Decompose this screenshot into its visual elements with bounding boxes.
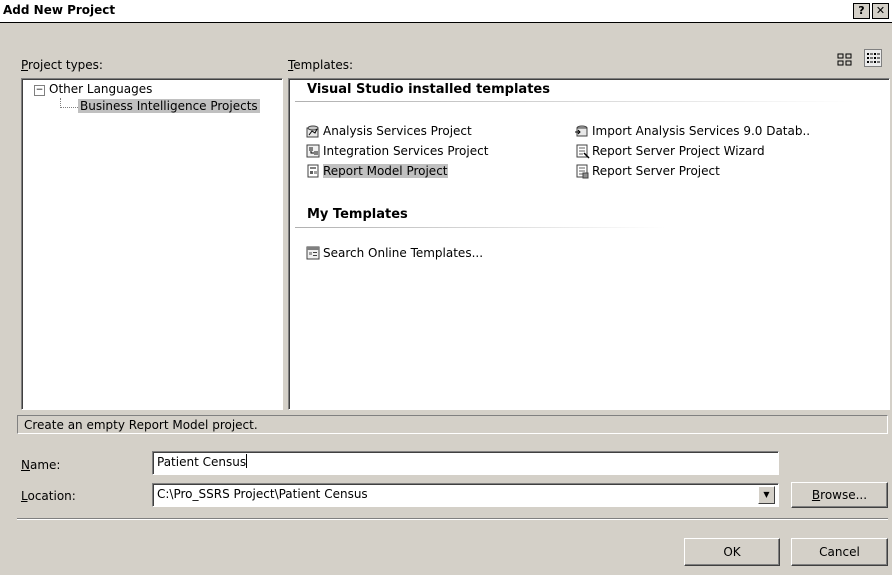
small-icons-view-button[interactable] xyxy=(864,49,882,67)
small-icons-icon xyxy=(867,53,880,63)
template-description: Create an empty Report Model project. xyxy=(17,415,888,434)
separator xyxy=(17,518,888,520)
name-label: Name: xyxy=(21,458,61,472)
browse-button[interactable]: Browse... xyxy=(791,482,888,508)
location-value: C:\Pro_SSRS Project\Patient Census xyxy=(157,487,368,501)
template-item[interactable]: Integration Services Project xyxy=(305,142,490,159)
templates-label: Templates: xyxy=(288,58,354,72)
location-dropdown-button[interactable]: ▼ xyxy=(758,486,775,504)
collapse-icon[interactable]: − xyxy=(34,85,45,96)
section-my-templates: My Templates xyxy=(307,207,408,222)
name-value: Patient Census xyxy=(157,455,247,469)
template-item[interactable]: Search Online Templates... xyxy=(305,244,485,261)
section-divider xyxy=(295,227,665,228)
report-model-icon xyxy=(305,163,321,179)
large-icons-view-button[interactable] xyxy=(836,51,854,69)
search-online-icon xyxy=(305,245,321,261)
section-installed-templates: Visual Studio installed templates xyxy=(307,82,550,97)
template-item[interactable]: Analysis Services Project xyxy=(305,122,474,139)
text-caret xyxy=(246,454,248,468)
ok-button[interactable]: OK xyxy=(684,538,780,566)
chevron-down-icon: ▼ xyxy=(763,490,770,499)
import-analysis-icon xyxy=(574,123,590,139)
template-item-label: Analysis Services Project xyxy=(323,123,472,138)
tree-item-business-intelligence[interactable]: Business Intelligence Projects xyxy=(78,99,260,113)
template-item-label: Report Model Project xyxy=(323,163,448,178)
template-item[interactable]: Report Server Project xyxy=(574,162,722,179)
report-wizard-icon xyxy=(574,143,590,159)
template-item-label: Integration Services Project xyxy=(323,143,489,158)
dialog-title: Add New Project xyxy=(3,3,116,17)
report-server-icon xyxy=(574,163,590,179)
template-item-label: Import Analysis Services 9.0 Datab.. xyxy=(592,123,811,138)
name-input[interactable]: Patient Census xyxy=(152,451,779,475)
tree-item-other-languages[interactable]: Other Languages xyxy=(49,82,152,96)
location-combobox[interactable]: C:\Pro_SSRS Project\Patient Census xyxy=(152,483,779,507)
analysis-services-icon xyxy=(305,123,321,139)
location-label: Location: xyxy=(21,489,76,503)
cancel-button[interactable]: Cancel xyxy=(791,538,888,566)
template-item-label: Search Online Templates... xyxy=(323,245,484,260)
tree-connector-h xyxy=(60,107,78,108)
template-item-label: Report Server Project xyxy=(592,163,720,178)
close-button[interactable]: ✕ xyxy=(872,3,889,19)
integration-services-icon xyxy=(305,143,321,159)
project-types-label: Project types: xyxy=(21,58,103,72)
template-item[interactable]: Import Analysis Services 9.0 Datab.. xyxy=(574,122,812,139)
large-icons-icon xyxy=(837,53,852,66)
project-types-tree[interactable]: − Other Languages Business Intelligence … xyxy=(21,78,283,410)
help-button[interactable]: ? xyxy=(853,3,870,19)
section-divider xyxy=(295,101,855,102)
template-item[interactable]: Report Server Project Wizard xyxy=(574,142,767,159)
templates-list[interactable]: Visual Studio installed templates Analys… xyxy=(288,78,890,410)
template-item-label: Report Server Project Wizard xyxy=(592,143,765,158)
template-item[interactable]: Report Model Project xyxy=(305,162,450,179)
title-bar: Add New Project ? ✕ xyxy=(0,0,892,23)
